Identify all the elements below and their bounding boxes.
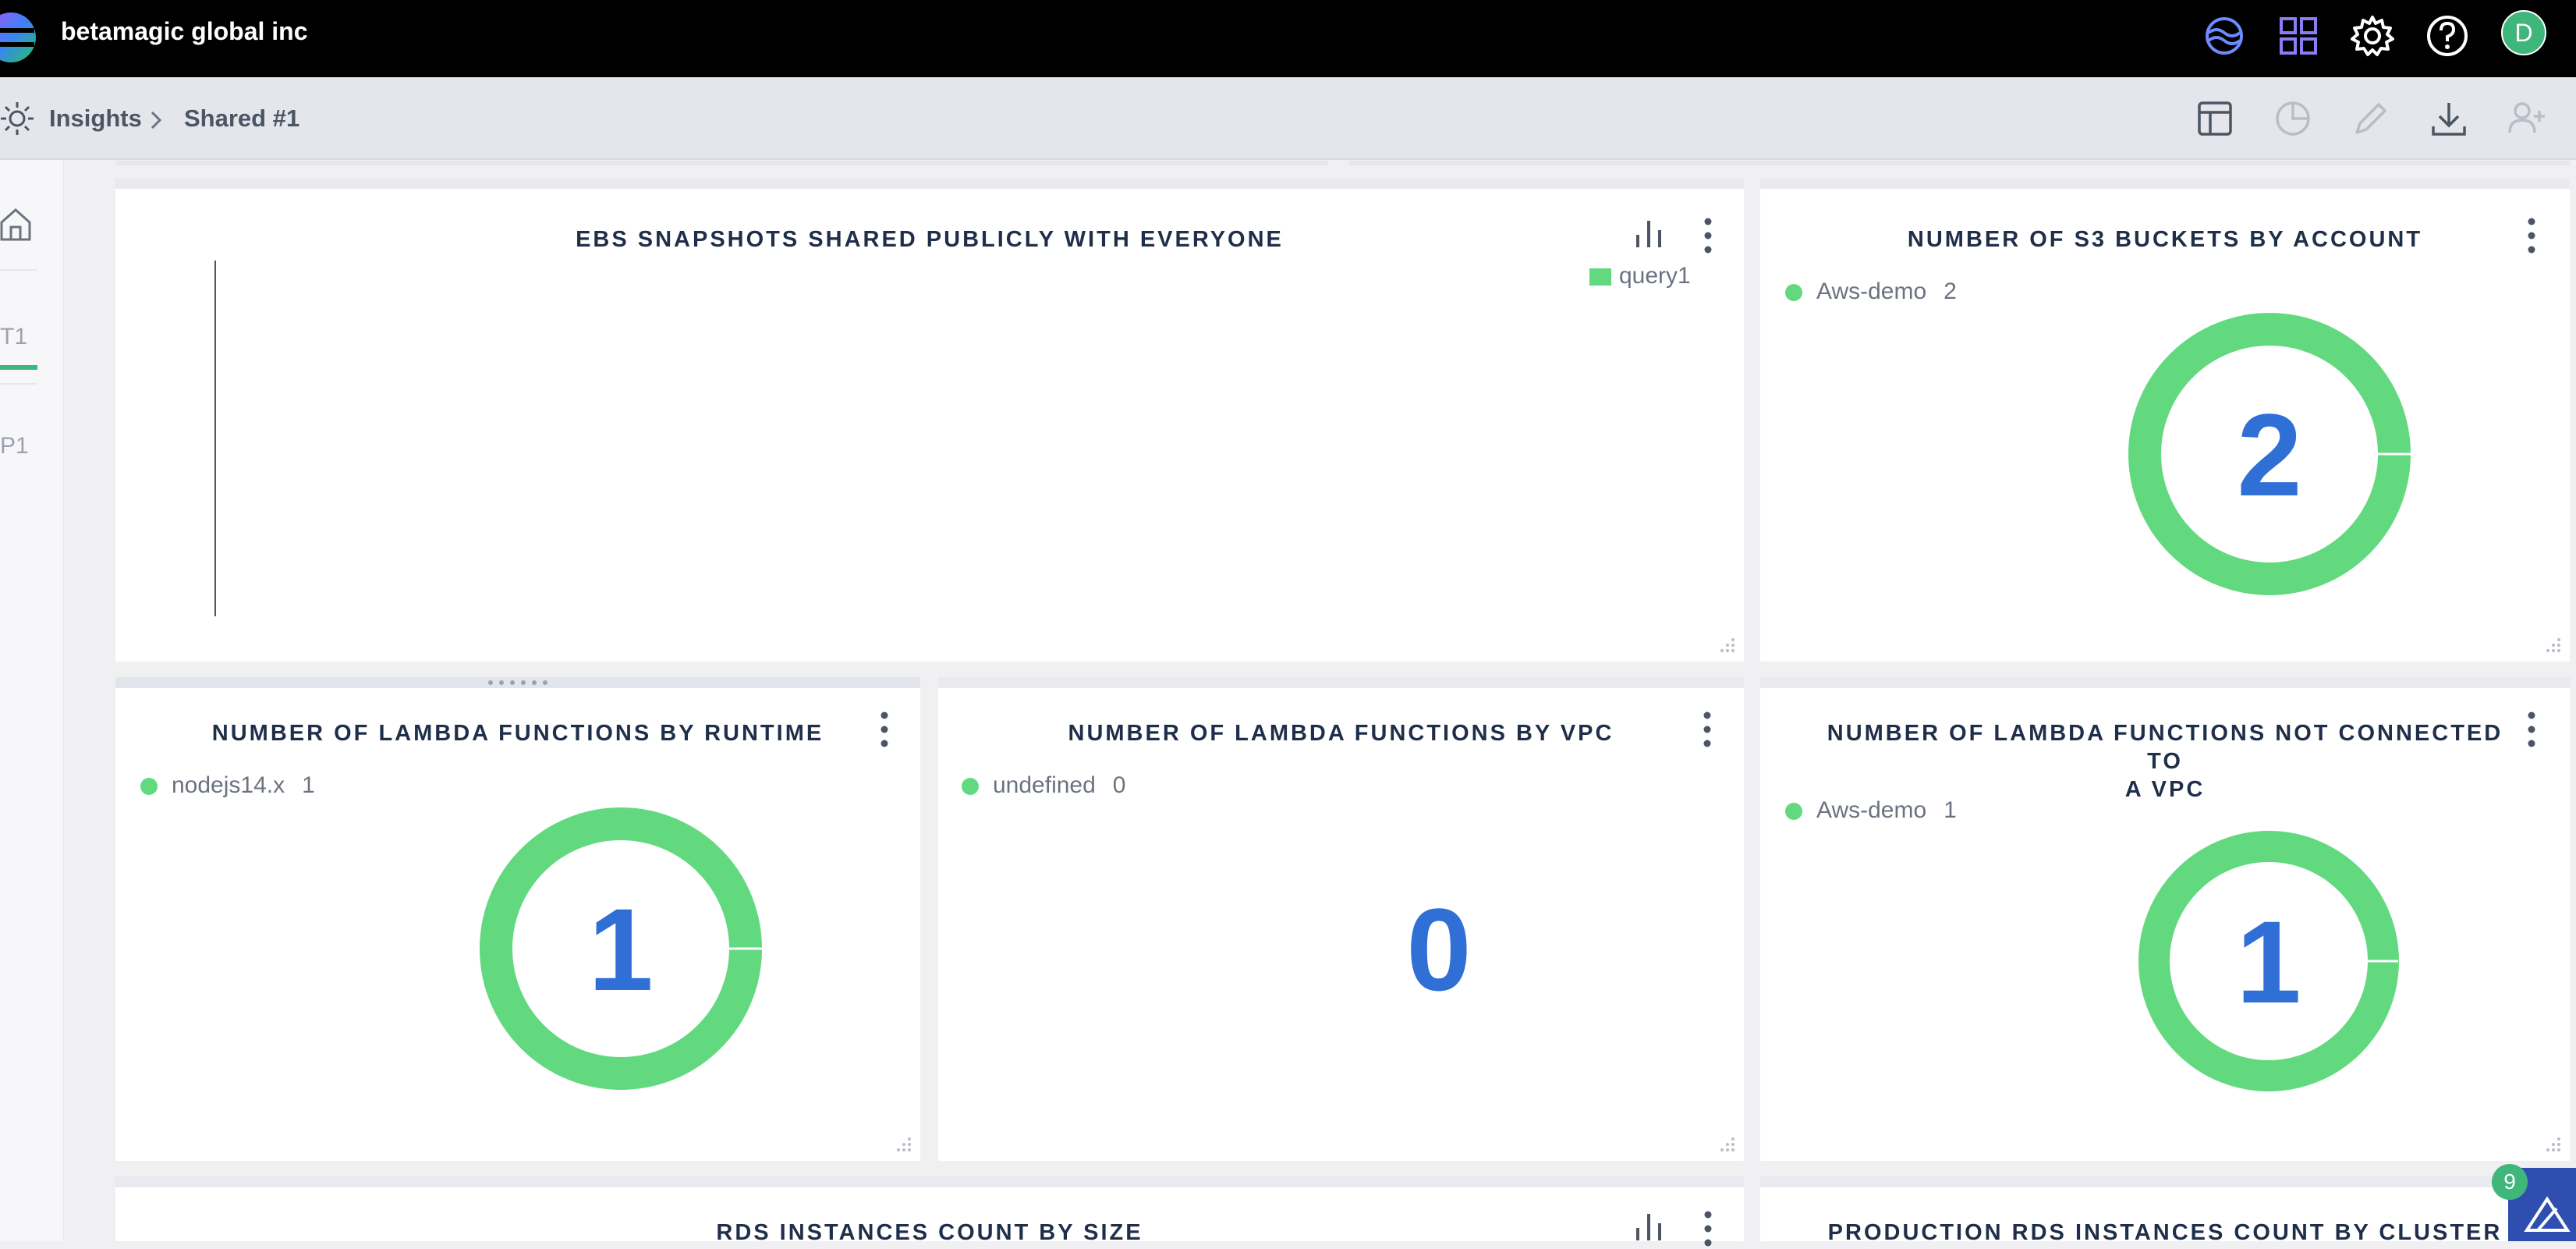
legend-label: nodejs14.x	[172, 772, 285, 798]
y-axis-line	[214, 261, 216, 616]
more-options-icon[interactable]	[2522, 215, 2541, 256]
more-options-icon[interactable]	[1698, 709, 1717, 750]
edit-pencil-icon[interactable]	[2349, 97, 2393, 140]
donut-center-value: 1	[2236, 896, 2301, 1027]
add-user-icon[interactable]	[2505, 97, 2549, 140]
resize-handle-icon[interactable]	[1719, 1136, 1736, 1153]
panel-title: NUMBER OF LAMBDA FUNCTIONS BY RUNTIME	[211, 721, 824, 746]
legend-dot	[962, 778, 979, 796]
top-bar: betamagic global inc D	[0, 0, 2576, 77]
rail-tab-p1[interactable]: P1	[0, 433, 29, 460]
bar-chart-icon[interactable]	[1632, 216, 1666, 250]
legend-label: Aws-demo	[1816, 279, 1927, 304]
org-name[interactable]: betamagic global inc	[61, 16, 308, 47]
breadcrumb-current: Shared #1	[184, 105, 300, 132]
avatar-letter: D	[2514, 19, 2533, 47]
legend-value: 0	[1112, 772, 1126, 798]
legend-label: Aws-demo	[1816, 797, 1927, 823]
more-options-icon[interactable]	[1699, 1208, 1717, 1249]
legend-dot	[1785, 284, 1802, 302]
panel-rds-by-cluster[interactable]: PRODUCTION RDS INSTANCES COUNT BY CLUSTE…	[1760, 1176, 2570, 1245]
insights-sun-icon	[1, 102, 34, 135]
user-avatar[interactable]: D	[2501, 10, 2546, 55]
more-options-icon[interactable]	[1699, 215, 1717, 256]
resize-handle-icon[interactable]	[895, 1136, 912, 1153]
panel-title: NUMBER OF S3 BUCKETS BY ACCOUNT	[1907, 227, 2423, 252]
panel-lambda-by-vpc[interactable]: NUMBER OF LAMBDA FUNCTIONS BY VPC undefi…	[938, 677, 1744, 1161]
panel-rds-by-size[interactable]: RDS INSTANCES COUNT BY SIZE	[115, 1176, 1744, 1247]
resize-handle-icon[interactable]	[1719, 637, 1736, 654]
active-tab-indicator	[0, 365, 37, 370]
legend-value: 1	[302, 772, 315, 798]
home-icon[interactable]	[0, 207, 31, 241]
left-rail: T1 P1	[0, 160, 92, 1241]
breadcrumb-insights-link[interactable]: Insights	[49, 105, 142, 133]
panel-lambda-not-in-vpc[interactable]: NUMBER OF LAMBDA FUNCTIONS NOT CONNECTED…	[1760, 677, 2570, 1161]
legend-label: query1	[1619, 263, 1691, 289]
chart-legend: nodejs14.x 1	[140, 772, 315, 799]
notification-count: 9	[2503, 1169, 2516, 1194]
panel-s3-buckets[interactable]: NUMBER OF S3 BUCKETS BY ACCOUNT Aws-demo…	[1760, 178, 2570, 662]
legend-value: 2	[1944, 279, 1957, 304]
download-icon[interactable]	[2427, 97, 2471, 140]
resize-handle-icon[interactable]	[2545, 1136, 2562, 1153]
legend-dot	[140, 778, 158, 796]
panel-title: RDS INSTANCES COUNT BY SIZE	[716, 1220, 1143, 1245]
resize-handle-icon[interactable]	[2545, 637, 2562, 654]
donut-center-value: 2	[2237, 389, 2302, 520]
notification-count-badge: 9	[2492, 1164, 2528, 1200]
settings-gear-icon[interactable]	[2347, 11, 2397, 61]
donut-center-value: 1	[588, 884, 654, 1015]
panel-title: PRODUCTION RDS INSTANCES COUNT BY CLUSTE…	[1827, 1220, 2503, 1245]
breadcrumb-bar	[0, 77, 2576, 160]
globe-icon[interactable]	[2199, 11, 2249, 61]
company-logo[interactable]	[0, 9, 39, 66]
legend-label: undefined	[993, 772, 1096, 798]
legend-dot	[1785, 803, 1802, 821]
chart-legend: Aws-demo 2	[1785, 279, 1957, 305]
more-options-icon[interactable]	[875, 709, 894, 750]
rail-tab-t1[interactable]: T1	[0, 324, 27, 350]
layout-icon[interactable]	[2193, 97, 2237, 140]
chart-legend: undefined 0	[962, 772, 1125, 799]
pie-chart-icon[interactable]	[2271, 97, 2315, 140]
legend-value: 1	[1944, 797, 1957, 823]
chart-legend: Aws-demo 1	[1785, 797, 1957, 824]
chart-legend: query1	[1589, 263, 1691, 289]
bar-chart-icon[interactable]	[1632, 1209, 1666, 1244]
panel-title: NUMBER OF LAMBDA FUNCTIONS BY VPC	[1068, 721, 1614, 746]
panel-title-line1: NUMBER OF LAMBDA FUNCTIONS NOT CONNECTED…	[1827, 721, 2503, 774]
legend-swatch	[1589, 268, 1611, 286]
apps-grid-icon[interactable]	[2273, 11, 2323, 61]
chevron-right-icon	[151, 111, 162, 130]
panel-title: NUMBER OF LAMBDA FUNCTIONS NOT CONNECTED…	[1807, 719, 2523, 804]
center-value: 0	[1406, 884, 1472, 1015]
help-icon[interactable]	[2422, 11, 2472, 61]
panel-title: EBS SNAPSHOTS SHARED PUBLICLY WITH EVERY…	[576, 227, 1284, 252]
drag-handle-icon[interactable]	[487, 679, 549, 687]
panel-title-line2: A VPC	[2124, 777, 2206, 802]
launcher-icon	[2524, 1196, 2571, 1232]
panel-ebs-snapshots[interactable]: EBS SNAPSHOTS SHARED PUBLICLY WITH EVERY…	[115, 178, 1744, 662]
panel-lambda-by-runtime[interactable]: NUMBER OF LAMBDA FUNCTIONS BY RUNTIME no…	[115, 677, 920, 1161]
more-options-icon[interactable]	[2522, 709, 2541, 750]
